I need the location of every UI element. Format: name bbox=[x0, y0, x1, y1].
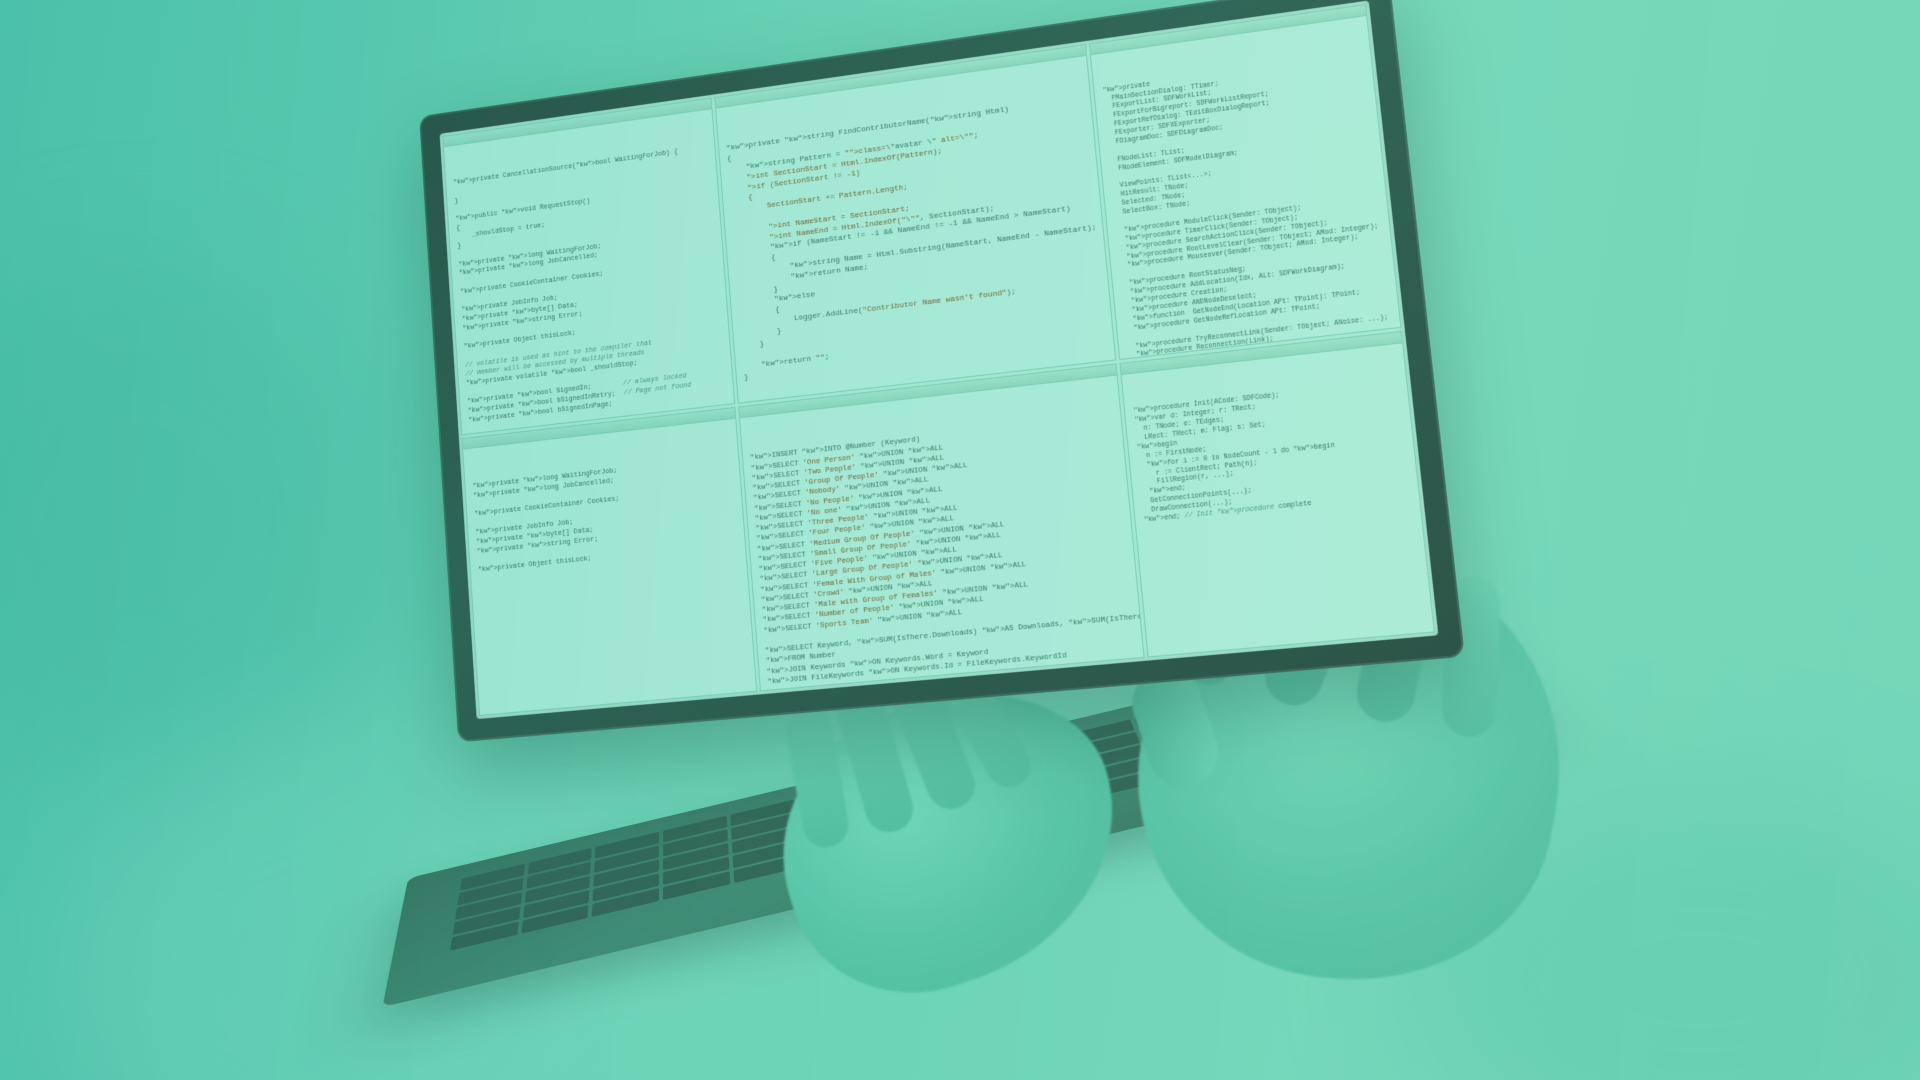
code-content: "kw">private FMainSectionDialog: TTimer;… bbox=[1102, 51, 1401, 360]
code-pane-center-top: "kw">private "kw">string FindContributor… bbox=[714, 44, 1117, 403]
code-content: "kw">private "kw">long WaitingForJob; "k… bbox=[472, 455, 737, 577]
background-blur bbox=[0, 260, 400, 780]
laptop: "kw">private CancellationSource("kw">boo… bbox=[419, 0, 1465, 742]
code-pane-center-bottom: "kw">INSERT "kw">INTO @Number (Keyword) … bbox=[738, 363, 1145, 691]
code-pane-left-top: "kw">private CancellationSource("kw">boo… bbox=[442, 98, 734, 435]
code-content: "kw">INSERT "kw">INTO @Number (Keyword) … bbox=[750, 414, 1136, 688]
photo-scene: "kw">private CancellationSource("kw">boo… bbox=[0, 0, 1920, 1080]
code-pane-left-bottom: "kw">private "kw">long WaitingForJob; "k… bbox=[462, 407, 757, 716]
code-pane-right-top: "kw">private FMainSectionDialog: TTimer;… bbox=[1089, 4, 1401, 360]
code-content: "kw">private CancellationSource("kw">boo… bbox=[453, 145, 735, 435]
code-content: "kw">private "kw">string FindContributor… bbox=[726, 95, 1106, 383]
code-content: "kw">procedure Init(ACode: SDFCode); "kw… bbox=[1133, 379, 1410, 526]
code-pane-right-bottom: "kw">procedure Init(ACode: SDFCode); "kw… bbox=[1120, 330, 1435, 657]
